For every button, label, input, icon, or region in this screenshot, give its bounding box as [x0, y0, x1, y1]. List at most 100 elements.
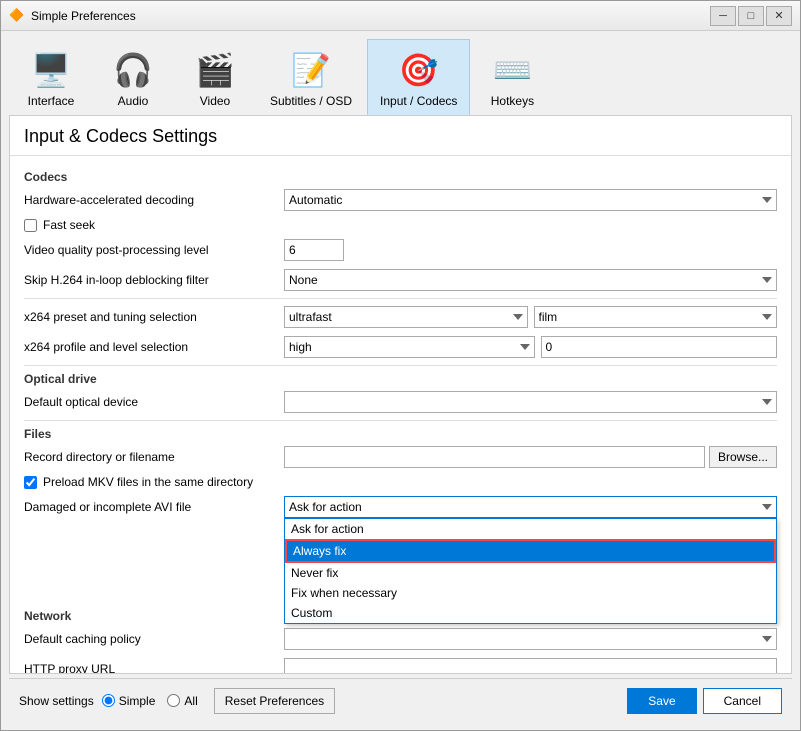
tab-audio-label: Audio	[118, 94, 149, 108]
vq-label: Video quality post-processing level	[24, 243, 284, 257]
option-custom[interactable]: Custom	[285, 603, 776, 623]
vq-control	[284, 239, 777, 261]
x264-preset-row: x264 preset and tuning selection ultrafa…	[24, 305, 777, 329]
settings-type-radio: Simple All	[102, 694, 198, 708]
x264-profile-control: high	[284, 336, 777, 358]
settings-body: Codecs Hardware-accelerated decoding Aut…	[10, 156, 791, 673]
nav-tabs: 🖥️ Interface 🎧 Audio 🎬 Video 📝 Subtitles…	[1, 31, 800, 115]
bottom-bar: Show settings Simple All Reset Preferenc…	[9, 678, 792, 722]
damaged-avi-dropdown[interactable]: Ask for action	[284, 496, 777, 518]
http-proxy-row: HTTP proxy URL	[24, 657, 777, 673]
x264-profile-row: x264 profile and level selection high	[24, 335, 777, 359]
caching-select[interactable]	[284, 628, 777, 650]
preload-mkv-checkbox[interactable]	[24, 476, 37, 489]
damaged-avi-dropdown-container: Ask for action Ask for action Always fix…	[284, 496, 777, 518]
record-label: Record directory or filename	[24, 450, 284, 464]
damaged-avi-row: Damaged or incomplete AVI file Ask for a…	[24, 495, 777, 519]
subtitles-icon: 📝	[287, 46, 335, 94]
x264-profile-select[interactable]: high	[284, 336, 535, 358]
all-radio-label[interactable]: All	[167, 694, 197, 708]
optical-device-row: Default optical device	[24, 390, 777, 414]
tab-video[interactable]: 🎬 Video	[175, 39, 255, 115]
preload-mkv-label: Preload MKV files in the same directory	[43, 475, 253, 489]
cancel-button[interactable]: Cancel	[703, 688, 782, 714]
skip-h264-select[interactable]: None	[284, 269, 777, 291]
fast-seek-checkbox[interactable]	[24, 219, 37, 232]
x264-preset-control: ultrafast film	[284, 306, 777, 328]
video-icon: 🎬	[191, 46, 239, 94]
simple-radio[interactable]	[102, 694, 115, 707]
tab-interface-label: Interface	[28, 94, 75, 108]
tab-hotkeys-label: Hotkeys	[491, 94, 534, 108]
option-ask[interactable]: Ask for action	[285, 519, 776, 539]
page-title: Input & Codecs Settings	[10, 116, 791, 156]
tab-audio[interactable]: 🎧 Audio	[93, 39, 173, 115]
divider-2	[24, 365, 777, 366]
x264-preset-select[interactable]: ultrafast	[284, 306, 528, 328]
all-radio[interactable]	[167, 694, 180, 707]
title-bar: 🔶 Simple Preferences ─ □ ✕	[1, 1, 800, 31]
close-button[interactable]: ✕	[766, 6, 792, 26]
files-section-label: Files	[24, 427, 777, 441]
damaged-avi-list: Ask for action Always fix Never fix Fix …	[284, 518, 777, 624]
damaged-avi-label: Damaged or incomplete AVI file	[24, 500, 284, 514]
caching-label: Default caching policy	[24, 632, 284, 646]
divider-1	[24, 298, 777, 299]
x264-preset-label: x264 preset and tuning selection	[24, 310, 284, 324]
caching-row: Default caching policy	[24, 627, 777, 651]
simple-radio-label[interactable]: Simple	[102, 694, 156, 708]
fast-seek-label: Fast seek	[43, 218, 95, 232]
vq-input[interactable]	[284, 239, 344, 261]
record-input[interactable]	[284, 446, 705, 468]
http-proxy-control	[284, 658, 777, 673]
option-never[interactable]: Never fix	[285, 563, 776, 583]
reset-preferences-button[interactable]: Reset Preferences	[214, 688, 335, 714]
fast-seek-row: Fast seek	[24, 218, 777, 232]
simple-label: Simple	[119, 694, 156, 708]
hw-decoding-row: Hardware-accelerated decoding Automatic	[24, 188, 777, 212]
app-icon: 🔶	[9, 8, 25, 24]
audio-icon: 🎧	[109, 46, 157, 94]
optical-section-label: Optical drive	[24, 372, 777, 386]
maximize-button[interactable]: □	[738, 6, 764, 26]
show-settings-label: Show settings	[19, 694, 94, 708]
hotkeys-icon: ⌨️	[488, 46, 536, 94]
tab-hotkeys[interactable]: ⌨️ Hotkeys	[472, 39, 552, 115]
tab-input[interactable]: 🎯 Input / Codecs	[367, 39, 470, 115]
option-fix-necessary[interactable]: Fix when necessary	[285, 583, 776, 603]
window-controls: ─ □ ✕	[710, 6, 792, 26]
option-always[interactable]: Always fix	[285, 539, 776, 563]
skip-h264-label: Skip H.264 in-loop deblocking filter	[24, 273, 284, 287]
record-control: Browse...	[284, 446, 777, 468]
tab-interface[interactable]: 🖥️ Interface	[11, 39, 91, 115]
x264-level-input[interactable]	[541, 336, 778, 358]
optical-device-label: Default optical device	[24, 395, 284, 409]
all-label: All	[184, 694, 197, 708]
tab-input-label: Input / Codecs	[380, 94, 457, 108]
skip-h264-control: None	[284, 269, 777, 291]
x264-profile-label: x264 profile and level selection	[24, 340, 284, 354]
window-title: Simple Preferences	[31, 9, 710, 23]
hw-decoding-label: Hardware-accelerated decoding	[24, 193, 284, 207]
content-area: Input & Codecs Settings Codecs Hardware-…	[9, 115, 792, 674]
preload-mkv-row: Preload MKV files in the same directory	[24, 475, 777, 489]
caching-control	[284, 628, 777, 650]
damaged-avi-value: Ask for action	[289, 500, 362, 514]
divider-3	[24, 420, 777, 421]
http-proxy-input[interactable]	[284, 658, 777, 673]
minimize-button[interactable]: ─	[710, 6, 736, 26]
http-proxy-label: HTTP proxy URL	[24, 662, 284, 673]
skip-h264-row: Skip H.264 in-loop deblocking filter Non…	[24, 268, 777, 292]
hw-decoding-select[interactable]: Automatic	[284, 189, 777, 211]
tab-subtitles-label: Subtitles / OSD	[270, 94, 352, 108]
codecs-section-label: Codecs	[24, 170, 777, 184]
x264-tuning-select[interactable]: film	[534, 306, 778, 328]
optical-device-select[interactable]	[284, 391, 777, 413]
browse-button[interactable]: Browse...	[709, 446, 777, 468]
input-icon: 🎯	[395, 46, 443, 94]
record-row: Record directory or filename Browse...	[24, 445, 777, 469]
hw-decoding-control: Automatic	[284, 189, 777, 211]
optical-device-control	[284, 391, 777, 413]
tab-subtitles[interactable]: 📝 Subtitles / OSD	[257, 39, 365, 115]
save-button[interactable]: Save	[627, 688, 696, 714]
